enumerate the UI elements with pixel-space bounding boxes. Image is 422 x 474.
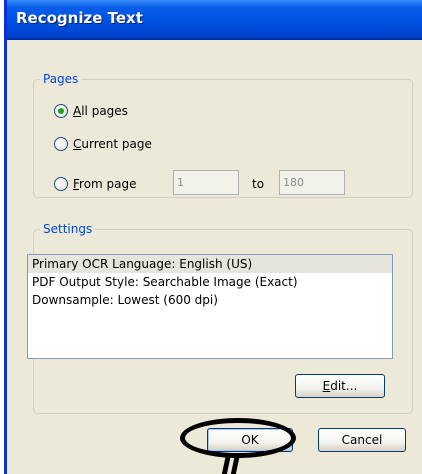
list-item[interactable]: Downsample: Lowest (600 dpi) [28,291,392,309]
current-page-label: urrent page [81,137,152,151]
pages-legend: Pages [43,72,79,86]
radio-checked-icon [54,104,68,118]
title-bar[interactable]: Recognize Text [7,0,422,40]
edit-label: dit... [330,379,358,393]
ok-button[interactable]: OK [207,428,293,452]
current-page-radio[interactable]: Current page [54,137,152,151]
cancel-button[interactable]: Cancel [318,428,406,452]
recognize-text-dialog: Recognize Text Pages All pages Current p… [4,0,422,474]
all-pages-accel: A [73,104,82,118]
from-page-radio[interactable]: From page [54,177,137,191]
list-item[interactable]: Primary OCR Language: English (US) [28,255,392,273]
to-label: to [252,177,265,191]
edit-button[interactable]: Edit... [295,374,385,398]
all-pages-label: ll pages [81,104,128,118]
all-pages-radio[interactable]: All pages [54,104,128,118]
radio-unchecked-icon [54,177,68,191]
radio-unchecked-icon [54,137,68,151]
settings-legend: Settings [43,222,93,236]
from-page-field[interactable]: 1 [173,170,239,195]
settings-list[interactable]: Primary OCR Language: English (US) PDF O… [27,254,393,359]
from-page-label: rom page [79,177,137,191]
to-page-field[interactable]: 180 [279,170,345,195]
window-title: Recognize Text [16,9,143,27]
list-item[interactable]: PDF Output Style: Searchable Image (Exac… [28,273,392,291]
